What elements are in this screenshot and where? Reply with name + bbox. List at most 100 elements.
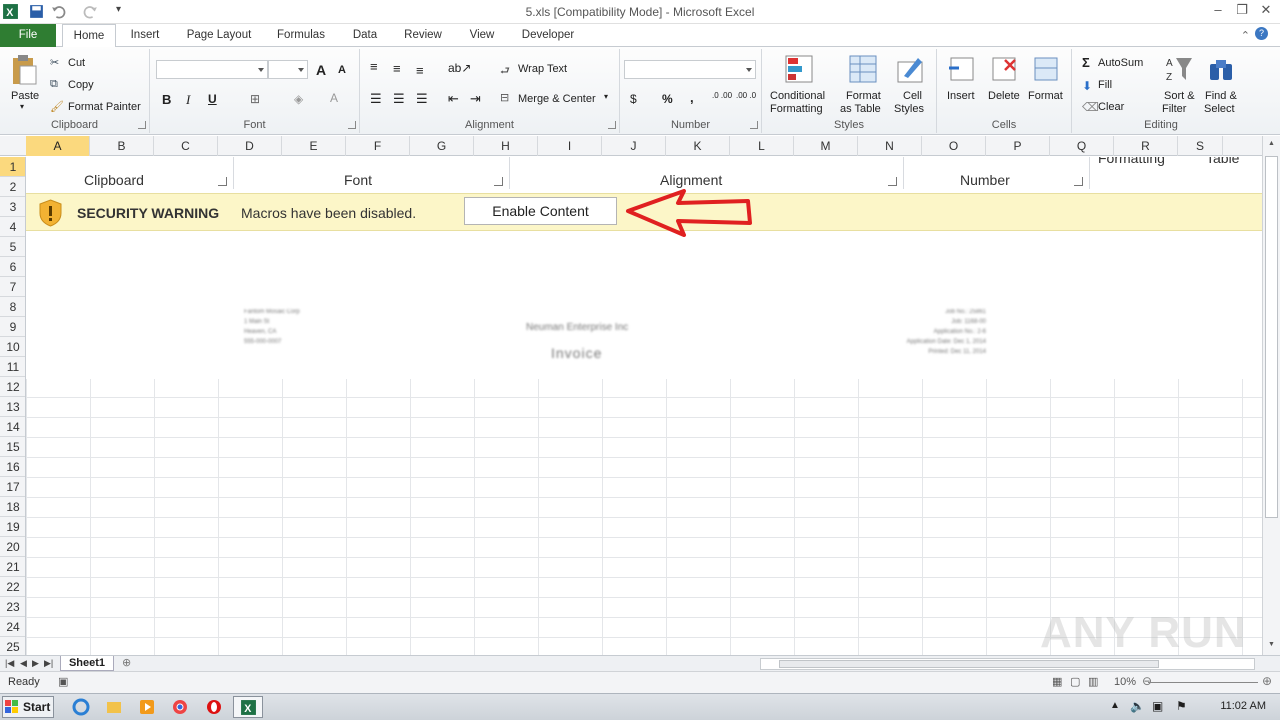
conditional-formatting-label-1[interactable]: Conditional [770, 90, 825, 102]
number-format-combo[interactable] [624, 60, 756, 79]
row-header[interactable]: 5 [0, 237, 25, 257]
tab-page-layout[interactable]: Page Layout [178, 24, 260, 47]
horizontal-scrollbar[interactable] [760, 658, 1255, 670]
shrink-font-button[interactable]: A [338, 64, 346, 76]
row-header[interactable]: 3 [0, 197, 25, 217]
format-as-table-label-2[interactable]: as Table [840, 103, 881, 115]
taskbar-clock[interactable]: 11:02 AM [1220, 700, 1266, 712]
zoom-slider[interactable] [1148, 682, 1258, 683]
horizontal-scroll-thumb[interactable] [779, 660, 1159, 668]
bold-button[interactable]: B [162, 92, 171, 107]
percent-button[interactable]: % [662, 92, 673, 106]
column-header[interactable]: H [474, 136, 538, 156]
row-header[interactable]: 16 [0, 457, 25, 477]
column-header[interactable]: G [410, 136, 474, 156]
column-header[interactable]: S [1178, 136, 1223, 156]
row-header[interactable]: 4 [0, 217, 25, 237]
tab-data[interactable]: Data [343, 24, 387, 47]
align-left-icon[interactable]: ☰ [370, 91, 382, 107]
row-header[interactable]: 24 [0, 617, 25, 637]
borders-icon[interactable]: ⊞ [250, 92, 260, 106]
fill-button[interactable]: Fill [1098, 79, 1112, 91]
fill-color-icon[interactable]: ◈ [294, 92, 303, 106]
tab-review[interactable]: Review [397, 24, 449, 47]
row-header[interactable]: 2 [0, 177, 25, 197]
wrap-text-button[interactable]: Wrap Text [518, 63, 567, 75]
font-size-combo[interactable] [268, 60, 308, 79]
zoom-out-icon[interactable]: ⊖ [1142, 674, 1152, 688]
decrease-decimal-button[interactable]: .00 .0 [736, 91, 760, 100]
vertical-scroll-thumb[interactable] [1265, 156, 1278, 518]
align-right-icon[interactable]: ☰ [416, 91, 428, 107]
increase-decimal-button[interactable]: .0 .00 [712, 91, 736, 100]
grow-font-button[interactable]: A [316, 62, 326, 78]
row-header[interactable]: 14 [0, 417, 25, 437]
row-header[interactable]: 1 [0, 157, 25, 177]
tab-developer[interactable]: Developer [515, 24, 581, 47]
copy-button[interactable]: Copy [68, 79, 94, 91]
ribbon-minimize-icon[interactable]: ⌃ [1241, 29, 1250, 42]
last-sheet-icon[interactable]: ▶| [44, 658, 53, 669]
tab-view[interactable]: View [460, 24, 504, 47]
row-header[interactable]: 19 [0, 517, 25, 537]
find-select-label-2[interactable]: Select [1204, 103, 1235, 115]
row-header[interactable]: 17 [0, 477, 25, 497]
row-header[interactable]: 22 [0, 577, 25, 597]
orientation-icon[interactable]: ab↗ [448, 61, 471, 75]
comma-button[interactable]: , [690, 90, 694, 105]
font-color-icon[interactable]: A [330, 91, 338, 105]
normal-view-icon[interactable]: ▦ [1052, 675, 1062, 688]
tab-home[interactable]: Home [62, 24, 116, 48]
format-cells-button[interactable]: Format [1028, 90, 1063, 102]
prev-sheet-icon[interactable]: ◀ [20, 658, 27, 669]
column-header[interactable]: L [730, 136, 794, 156]
column-header[interactable]: A [26, 136, 90, 156]
merge-dropdown-icon[interactable]: ▾ [604, 92, 608, 101]
column-header[interactable]: M [794, 136, 858, 156]
ie-icon[interactable] [70, 697, 92, 717]
row-header[interactable]: 8 [0, 297, 25, 317]
excel-taskbar-item[interactable]: X [233, 696, 263, 718]
tab-file[interactable]: File [0, 24, 56, 47]
first-sheet-icon[interactable]: |◀ [5, 658, 14, 669]
paste-dropdown-icon[interactable]: ▾ [20, 102, 24, 111]
sort-filter-label-1[interactable]: Sort & [1164, 90, 1195, 102]
find-select-label-1[interactable]: Find & [1205, 90, 1237, 102]
column-header[interactable]: E [282, 136, 346, 156]
next-sheet-icon[interactable]: ▶ [32, 658, 39, 669]
column-header[interactable]: R [1114, 136, 1178, 156]
row-header[interactable]: 6 [0, 257, 25, 277]
clear-button[interactable]: Clear [1098, 101, 1124, 113]
underline-button[interactable]: U [208, 92, 217, 106]
decrease-indent-icon[interactable]: ⇤ [448, 91, 459, 107]
number-launcher-icon[interactable] [750, 121, 758, 129]
insert-cells-button[interactable]: Insert [947, 90, 975, 102]
vertical-scrollbar[interactable]: ▲ ▼ [1262, 136, 1280, 655]
font-name-combo[interactable] [156, 60, 268, 79]
currency-button[interactable]: $ [630, 92, 637, 106]
column-header[interactable]: C [154, 136, 218, 156]
font-launcher-icon[interactable] [348, 121, 356, 129]
merge-center-button[interactable]: Merge & Center [518, 93, 596, 105]
column-header[interactable]: B [90, 136, 154, 156]
macro-record-icon[interactable]: ▣ [58, 675, 68, 688]
close-button[interactable]: ✕ [1258, 2, 1274, 18]
tab-formulas[interactable]: Formulas [270, 24, 332, 47]
sort-filter-label-2[interactable]: Filter [1162, 103, 1186, 115]
column-header[interactable]: F [346, 136, 410, 156]
column-header[interactable]: N [858, 136, 922, 156]
format-as-table-label-1[interactable]: Format [846, 90, 881, 102]
format-painter-button[interactable]: Format Painter [68, 101, 141, 113]
minimize-button[interactable]: – [1210, 2, 1226, 18]
page-layout-view-icon[interactable]: ▢ [1070, 675, 1080, 688]
scroll-up-icon[interactable]: ▲ [1268, 140, 1275, 147]
delete-cells-button[interactable]: Delete [988, 90, 1020, 102]
zoom-in-icon[interactable]: ⊕ [1262, 674, 1272, 688]
bottom-align-icon[interactable]: ≡ [416, 63, 424, 78]
media-player-icon[interactable] [136, 697, 158, 717]
row-header[interactable]: 12 [0, 377, 25, 397]
action-center-flag-icon[interactable]: ⚑ [1176, 699, 1187, 713]
row-header[interactable]: 13 [0, 397, 25, 417]
column-header[interactable]: J [602, 136, 666, 156]
tray-expand-icon[interactable]: ▲ [1110, 700, 1120, 711]
